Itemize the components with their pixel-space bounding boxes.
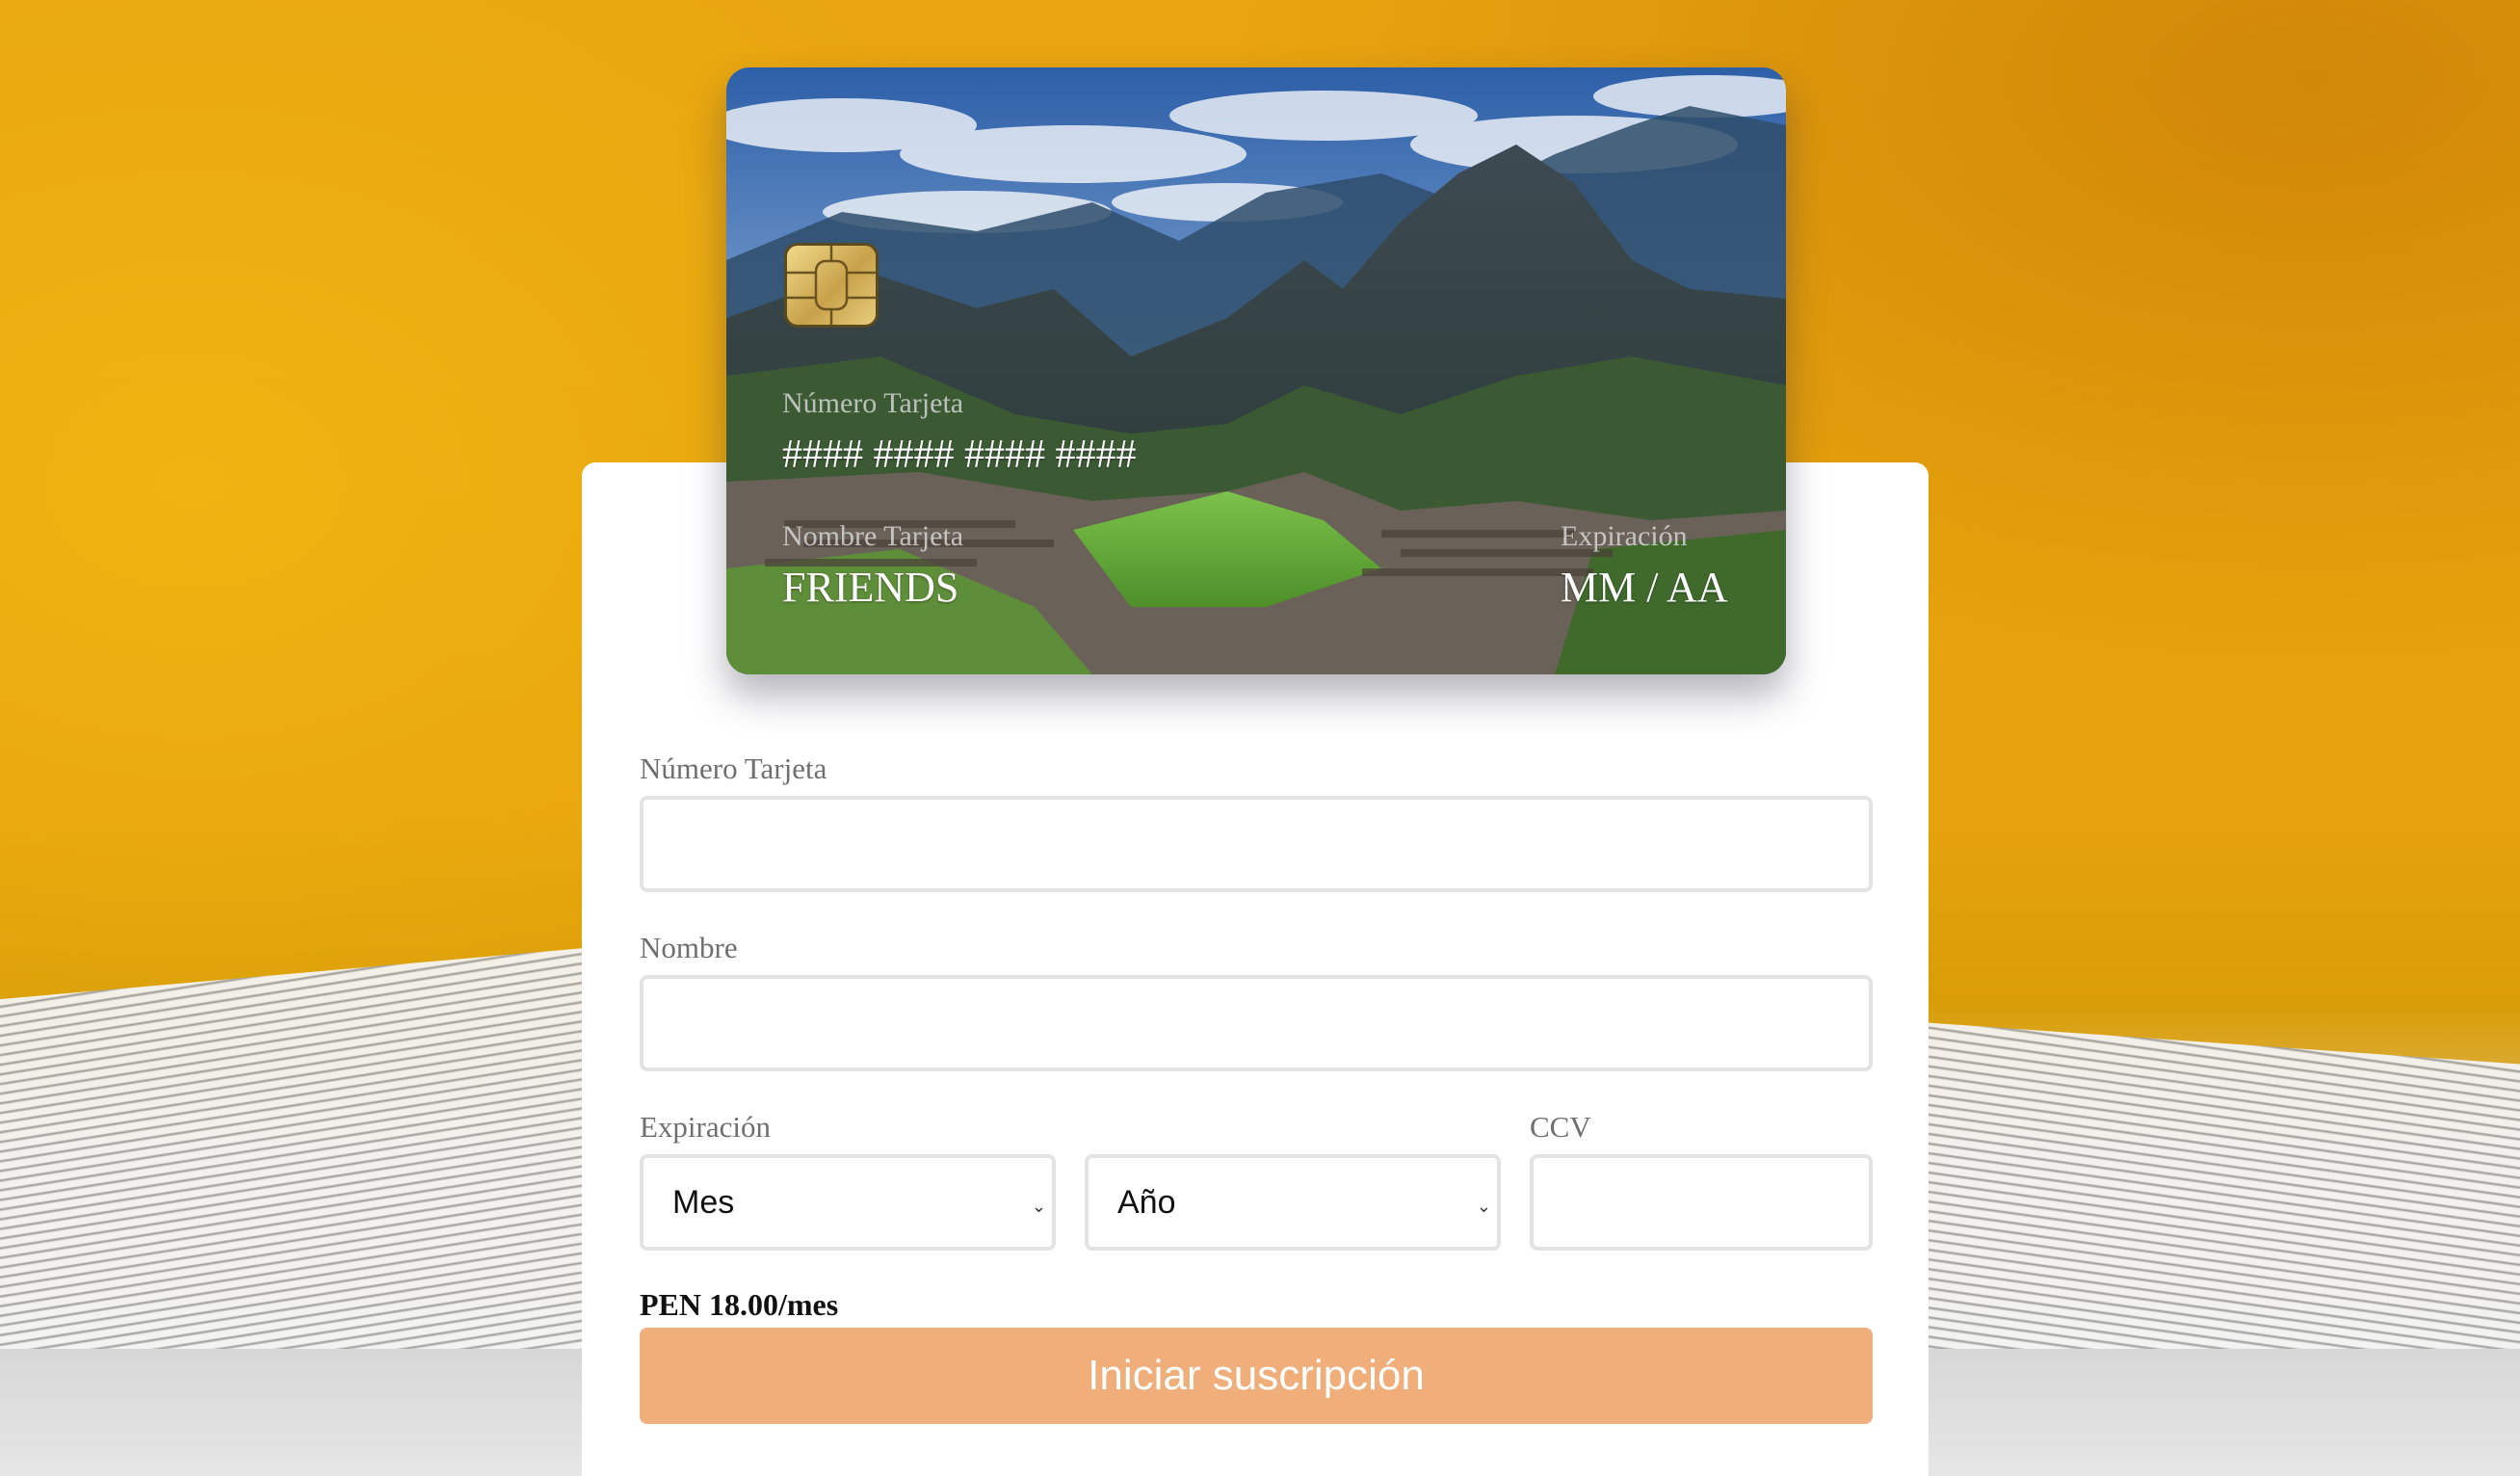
month-select-value: Mes [672,1183,735,1221]
start-subscription-button[interactable]: Iniciar suscripción [640,1328,1873,1424]
card-expiry-label: Expiración [1561,520,1688,552]
year-select[interactable]: Año ⌄ [1085,1154,1501,1251]
ccv-input[interactable] [1530,1154,1873,1251]
card-holder-name: FRIENDS [782,564,959,611]
name-input[interactable] [640,975,1873,1071]
card-expiry-value: MM / AA [1561,564,1728,611]
credit-card-preview: Número Tarjeta #### #### #### #### Nombr… [726,67,1786,674]
ccv-field-label: CCV [1530,1110,1591,1144]
page-background: Número Tarjeta #### #### #### #### Nombr… [0,0,2520,1476]
card-number-label: Número Tarjeta [782,387,964,419]
chevron-down-icon: ⌄ [1031,1197,1046,1216]
chip-icon [784,243,879,328]
card-holder-label: Nombre Tarjeta [782,520,964,552]
subscription-price: PEN 18.00/mes [640,1287,839,1322]
month-select[interactable]: Mes ⌄ [640,1154,1056,1251]
chevron-down-icon: ⌄ [1476,1197,1491,1216]
card-number-input[interactable] [640,796,1873,892]
expiry-field-label: Expiración [640,1110,772,1144]
year-select-value: Año [1117,1183,1176,1221]
name-field-label: Nombre [640,931,738,964]
card-number-field-label: Número Tarjeta [640,751,827,785]
card-number-display: #### #### #### #### [782,433,1137,477]
book-pages-left [0,946,597,1405]
